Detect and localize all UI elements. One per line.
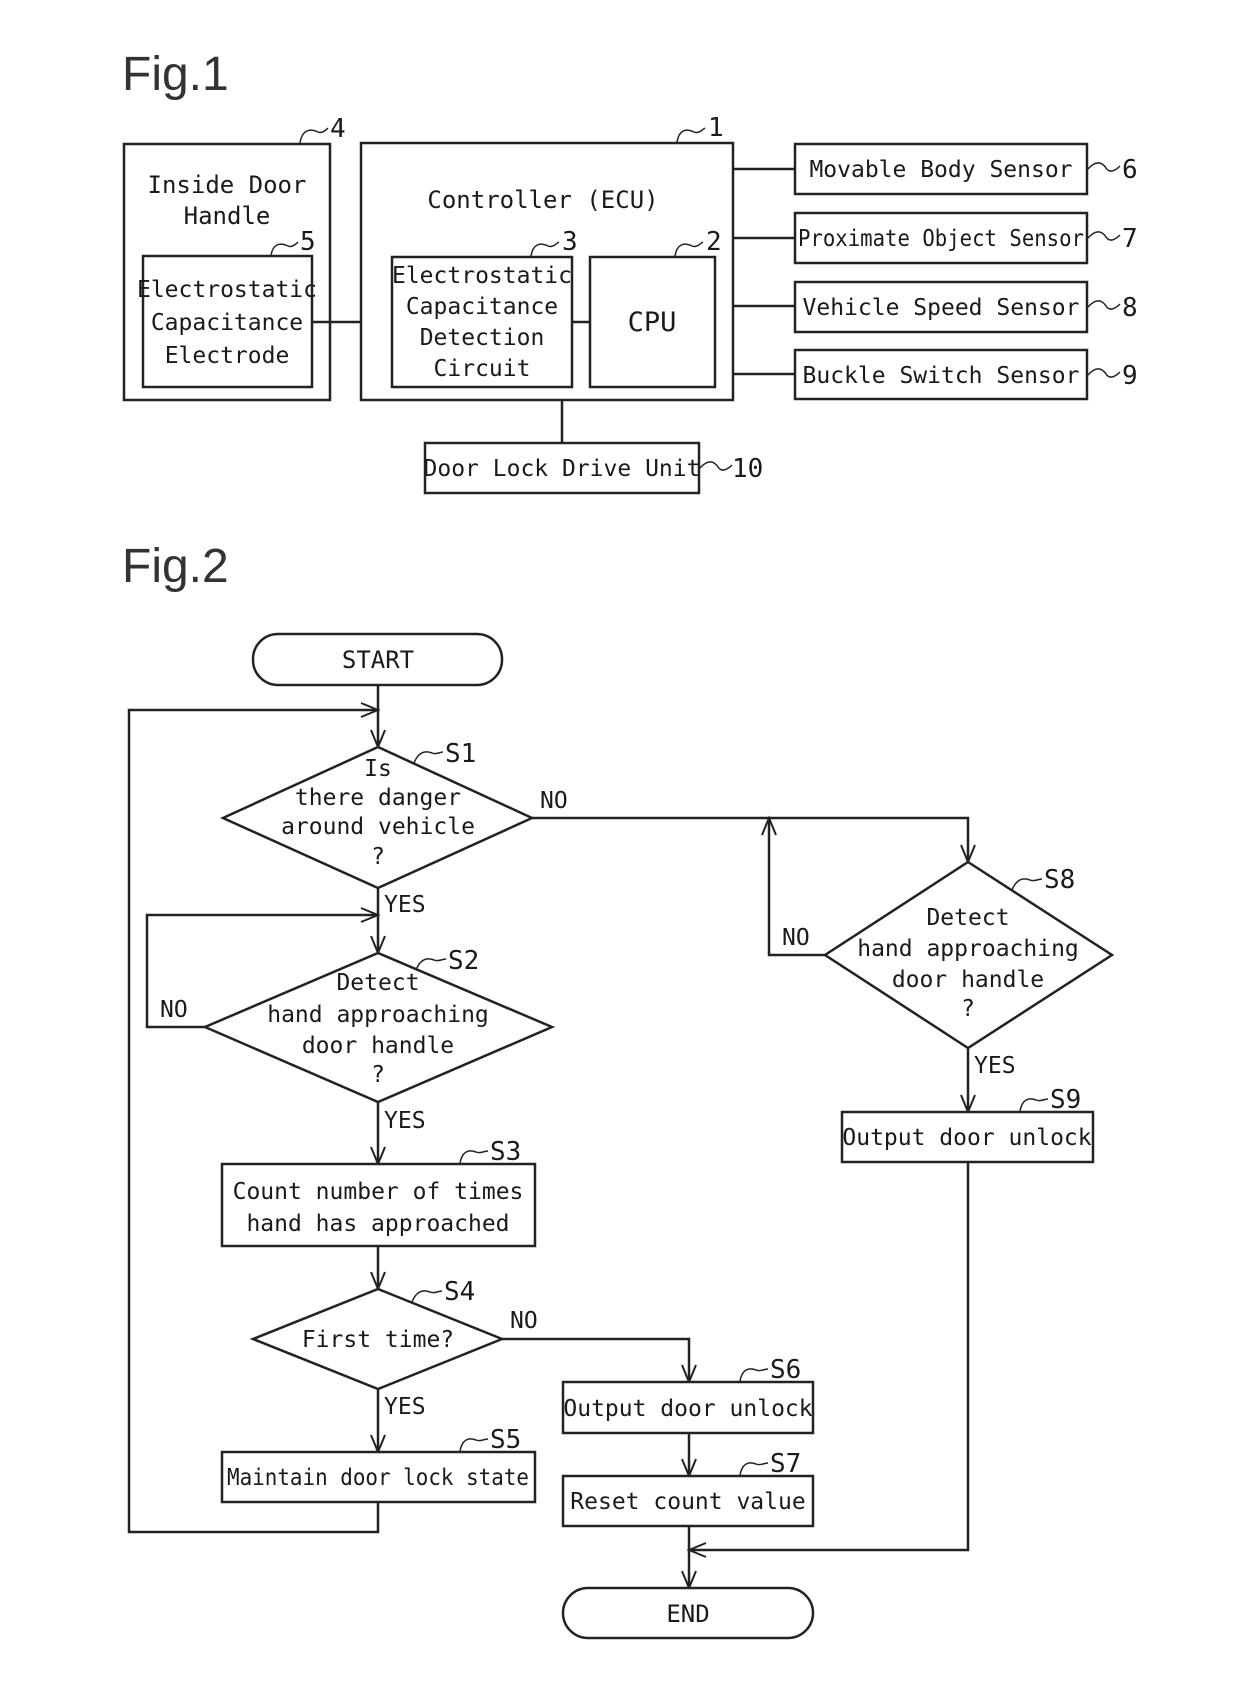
- decision-s8: Detect hand approaching door handle ? S8: [822, 860, 1115, 1050]
- ref-s4: S4: [444, 1277, 475, 1307]
- sensor-label: Buckle Switch Sensor: [803, 363, 1080, 389]
- s2-yes-label: YES: [384, 1108, 426, 1134]
- detection-circuit-label-line1: Electrostatic: [392, 263, 572, 289]
- ref-s8: S8: [1044, 865, 1075, 895]
- end-label: END: [666, 1600, 709, 1628]
- ref-6: 6: [1122, 155, 1138, 185]
- ref-leader-s6: [739, 1368, 769, 1382]
- s8-yes-label: YES: [974, 1053, 1016, 1079]
- s6-label: Output door unlock: [563, 1396, 812, 1422]
- ref-leader-s9: [1019, 1098, 1049, 1112]
- ref-s3: S3: [490, 1137, 521, 1167]
- s8-no-label: NO: [782, 925, 810, 951]
- s4-label: First time?: [302, 1327, 454, 1353]
- sensor-buckle-switch: Buckle Switch Sensor 9: [733, 348, 1138, 401]
- detection-circuit-label-line2: Capacitance: [406, 294, 558, 320]
- sensor-movable-body: Movable Body Sensor 6: [733, 142, 1138, 196]
- ref-1: 1: [708, 113, 724, 143]
- ref-8: 8: [1122, 293, 1138, 323]
- s7-label: Reset count value: [570, 1489, 805, 1515]
- cpu-label: CPU: [628, 307, 677, 338]
- s2-line2: hand approaching: [267, 1002, 489, 1028]
- ref-leader-s8: [1011, 878, 1043, 891]
- ref-leader-1: [676, 127, 706, 143]
- inside-door-handle-label-line2: Handle: [184, 202, 271, 230]
- s1-no-label: NO: [540, 788, 568, 814]
- s1-line2: there danger: [295, 785, 461, 811]
- ref-leader-s5: [459, 1438, 489, 1452]
- door-lock-drive-block: Door Lock Drive Unit 10: [424, 400, 763, 495]
- s5-label: Maintain door lock state: [227, 1465, 529, 1491]
- s4-no-label: NO: [510, 1308, 538, 1334]
- sensor-vehicle-speed: Vehicle Speed Sensor 8: [733, 280, 1138, 334]
- electrode-label-line3: Electrode: [165, 343, 290, 369]
- ref-leader-s2: [415, 958, 447, 971]
- electrode-label-line1: Electrostatic: [137, 277, 317, 303]
- s1-line3: around vehicle: [281, 814, 475, 840]
- s2-no-label: NO: [160, 997, 188, 1023]
- start-label: START: [342, 646, 414, 674]
- sensor-label: Vehicle Speed Sensor: [803, 295, 1080, 321]
- s9-label: Output door unlock: [842, 1125, 1091, 1151]
- ref-7: 7: [1122, 224, 1138, 254]
- ref-5: 5: [300, 227, 316, 257]
- s1-line4: ?: [371, 844, 385, 870]
- ref-leader-9: [1087, 368, 1121, 378]
- ref-9: 9: [1122, 361, 1138, 391]
- flow-s1-no-s8: [532, 816, 970, 862]
- s3-line2: hand has approached: [246, 1211, 509, 1237]
- ref-leader-s3: [459, 1150, 489, 1164]
- ref-s7: S7: [770, 1449, 801, 1479]
- ref-10: 10: [732, 454, 763, 484]
- s8-line1: Detect: [926, 905, 1009, 931]
- ref-leader-4: [299, 127, 329, 144]
- ref-leader-10: [699, 461, 733, 471]
- ref-s6: S6: [770, 1355, 801, 1385]
- s2-line4: ?: [371, 1062, 385, 1088]
- ref-leader-s7: [739, 1462, 769, 1476]
- patent-figures: Fig.1 Inside Door Handle 4 Electrostatic…: [122, 48, 1138, 1640]
- s2-line3: door handle: [302, 1033, 454, 1059]
- s3-line1: Count number of times: [233, 1179, 524, 1205]
- ref-leader-7: [1087, 231, 1121, 241]
- s8-line4: ?: [961, 996, 975, 1022]
- s8-line2: hand approaching: [857, 936, 1079, 962]
- s2-line1: Detect: [336, 970, 419, 996]
- controller-label: Controller (ECU): [427, 186, 658, 214]
- ref-4: 4: [330, 114, 346, 144]
- flow-s4-no-s6: [502, 1337, 691, 1382]
- door-lock-drive-label: Door Lock Drive Unit: [424, 456, 701, 482]
- ref-s9: S9: [1050, 1085, 1081, 1115]
- decision-s4: First time? S4: [249, 1277, 506, 1391]
- detection-circuit-label-line4: Circuit: [434, 356, 531, 382]
- electrode-label-line2: Capacitance: [151, 310, 303, 336]
- sensor-proximate-object: Proximate Object Sensor 7: [733, 211, 1138, 265]
- ref-s2: S2: [448, 946, 479, 976]
- sensor-label: Movable Body Sensor: [809, 157, 1072, 183]
- ref-3: 3: [562, 227, 578, 257]
- decision-s2: Detect hand approaching door handle ? S2: [201, 946, 556, 1104]
- fig1-title: Fig.1: [122, 48, 229, 101]
- s1-yes-label: YES: [384, 892, 426, 918]
- s4-yes-label: YES: [384, 1394, 426, 1420]
- s1-line1: Is: [364, 756, 392, 782]
- sensor-label: Proximate Object Sensor: [798, 226, 1084, 252]
- s8-line3: door handle: [892, 967, 1044, 993]
- ref-leader-s1: [413, 751, 444, 764]
- ref-s5: S5: [490, 1425, 521, 1455]
- inside-door-handle-label-line1: Inside Door: [148, 171, 307, 199]
- ref-s1: S1: [445, 739, 476, 769]
- detection-circuit-label-line3: Detection: [420, 325, 545, 351]
- ref-2: 2: [706, 227, 722, 257]
- fig2-title: Fig.2: [122, 540, 229, 593]
- end-terminal: END: [561, 1586, 815, 1640]
- ref-leader-8: [1087, 300, 1121, 310]
- decision-s1: Is there danger around vehicle ? S1: [219, 739, 536, 890]
- ref-leader-6: [1087, 162, 1121, 172]
- start-terminal: START: [251, 632, 504, 687]
- ref-leader-s4: [411, 1290, 443, 1303]
